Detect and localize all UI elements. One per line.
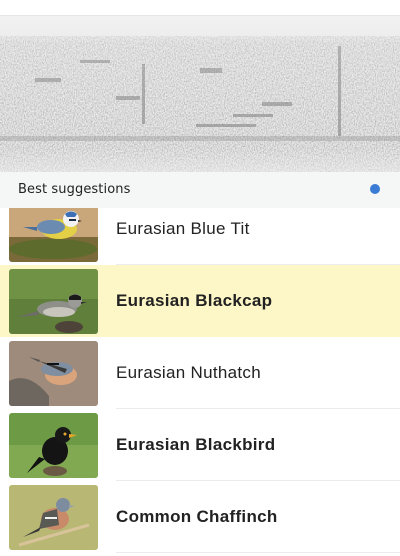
list-item-nuthatch[interactable]: Eurasian Nuthatch [0,337,400,409]
nuthatch-photo [9,341,98,406]
bird-name: Eurasian Blackcap [116,291,273,310]
row-divider [116,552,400,553]
blackbird-photo [9,413,98,478]
bird-name: Eurasian Nuthatch [116,363,261,382]
suggestion-list: Eurasian Blue Tit Eurasian Blackcap Eura… [0,208,400,556]
list-item-blackbird[interactable]: Eurasian Blackbird [0,409,400,481]
bird-name: Eurasian Blackbird [116,435,276,454]
bird-name: Common Chaffinch [116,507,278,526]
chaffinch-photo [9,485,98,550]
spectrogram[interactable] [0,16,400,172]
list-item-chaffinch[interactable]: Common Chaffinch [0,481,400,553]
blackcap-photo [9,269,98,334]
list-item-blue-tit[interactable]: Eurasian Blue Tit [0,208,400,265]
status-dot-icon [370,184,380,194]
section-title: Best suggestions [18,182,131,197]
blue-tit-photo [9,208,98,262]
bird-name: Eurasian Blue Tit [116,219,250,238]
top-bar [0,0,400,16]
list-item-blackcap[interactable]: Eurasian Blackcap [0,265,400,337]
suggestions-header: Best suggestions [0,172,400,208]
